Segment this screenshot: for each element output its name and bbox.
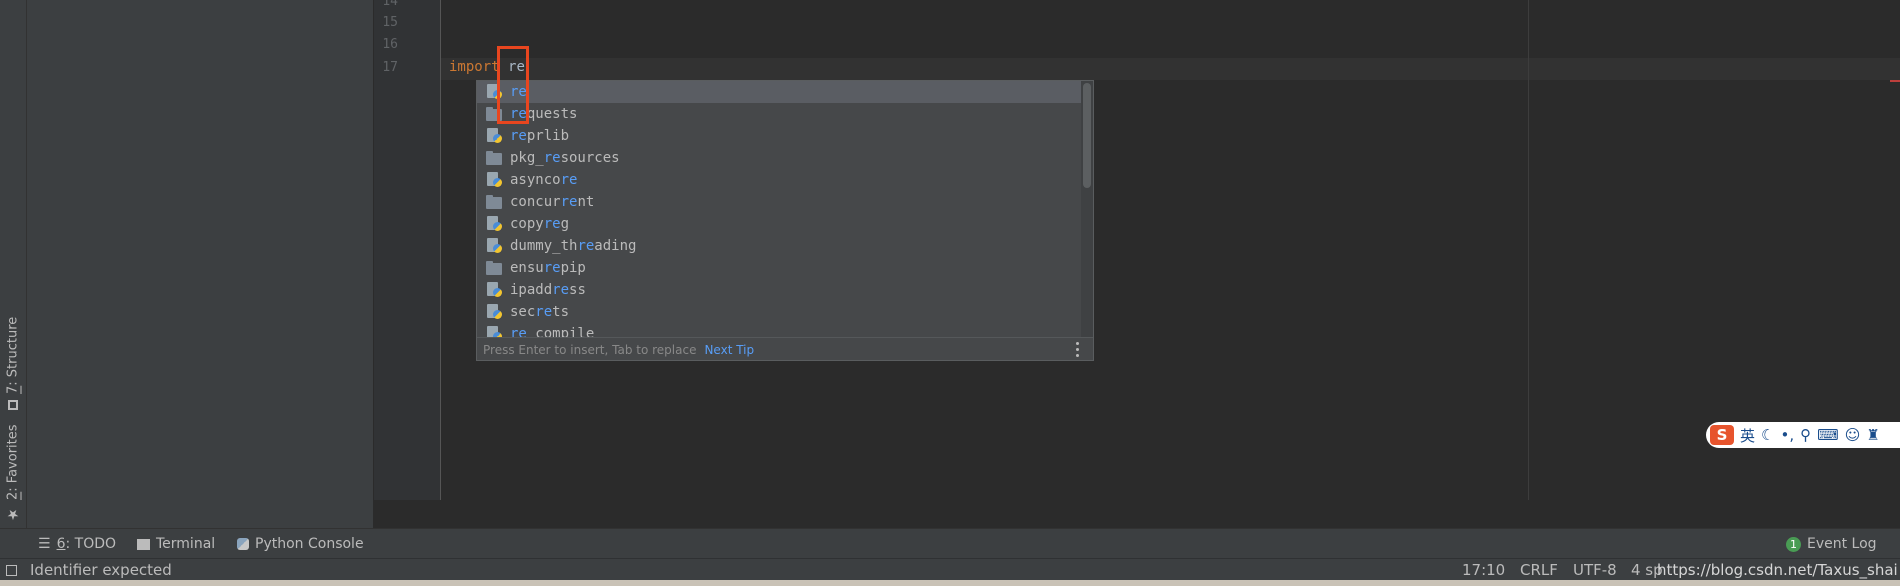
structure-tool-tab[interactable]: 7: Structure [0,300,26,410]
todo-tab-label: : TODO [65,536,117,552]
line-number-14: 14 [382,0,398,9]
completion-item-label: pkg_resources [510,150,620,166]
structure-icon [8,400,18,410]
completion-item[interactable]: secrets [477,301,1081,323]
completion-item[interactable]: reprlib [477,125,1081,147]
completion-item[interactable]: copyreg [477,213,1081,235]
ime-toolbar[interactable]: S 英 ☾ •, ⚲ ⌨ ☺ ♜ [1706,422,1900,448]
completion-item-label: ipaddress [510,282,586,298]
project-panel [27,0,373,528]
bottom-tool-tabs: ☰ 6: TODO Terminal Python Console 1 Even… [0,528,1900,559]
status-bar: Identifier expected 17:10 CRLF UTF-8 4 s… [0,558,1900,581]
python-module-icon [486,216,504,232]
completion-item-label: copyreg [510,216,570,232]
structure-tab-number: 7 [5,385,21,394]
microphone-icon[interactable]: ⚲ [1800,426,1811,444]
event-log-count-badge: 1 [1786,536,1801,552]
line-number-16: 16 [382,37,398,52]
ime-mode[interactable]: 英 [1740,425,1755,446]
terminal-tab-label: Terminal [156,536,216,552]
line-number-17: 17 [382,60,398,75]
package-folder-icon [486,194,504,210]
line-separator[interactable]: CRLF [1520,559,1558,581]
completion-item[interactable]: pkg_resources [477,147,1081,169]
terminal-icon [137,538,150,550]
completion-item[interactable]: ensurepip [477,257,1081,279]
favorites-tool-tab[interactable]: ★ 2: Favorites [0,422,26,522]
desktop-strip [0,580,1900,586]
completion-item-label: dummy_threading [510,238,637,254]
completion-item-label: reprlib [510,128,570,144]
keyboard-icon[interactable]: ⌨ [1817,426,1839,444]
moon-icon[interactable]: ☾ [1761,426,1774,444]
file-encoding[interactable]: UTF-8 [1573,559,1617,581]
error-stripe-mark[interactable] [1890,80,1900,82]
red-highlight-box [497,46,529,124]
completion-item-label: secrets [510,304,570,320]
caret-position[interactable]: 17:10 [1462,559,1505,581]
completion-scrollbar-thumb[interactable] [1083,83,1091,188]
next-tip-link[interactable]: Next Tip [704,343,754,357]
package-folder-icon [486,150,504,166]
user-icon[interactable]: ☺ [1845,426,1861,444]
star-icon: ★ [5,506,21,522]
todo-tab[interactable]: ☰ 6: TODO [38,529,116,559]
python-module-icon [486,172,504,188]
python-console-tab[interactable]: Python Console [237,529,364,559]
python-module-icon [486,128,504,144]
current-line-highlight [441,58,1900,80]
completion-item[interactable]: requests [477,103,1081,125]
watermark-url: https://blog.csdn.net/Taxus_shai [1657,561,1898,579]
terminal-tab[interactable]: Terminal [137,529,215,559]
event-log-tab-label: Event Log [1807,536,1877,552]
favorites-tab-label: : Favorites [5,424,21,492]
skin-icon[interactable]: ♜ [1866,426,1879,444]
status-message: Identifier expected [30,561,172,579]
completion-item[interactable]: asyncore [477,169,1081,191]
python-module-icon [486,282,504,298]
completion-footer: Press Enter to insert, Tab to replace Ne… [477,337,1093,361]
completion-item-label: asyncore [510,172,578,188]
python-console-tab-label: Python Console [255,536,364,552]
event-log-tab[interactable]: 1 Event Log [1786,529,1877,559]
python-module-icon [486,304,504,320]
more-options-icon[interactable] [1076,342,1079,357]
python-module-icon [486,326,504,337]
completion-list: re requests reprlib pkg_resources asyncore co… [477,81,1081,337]
line-number-15: 15 [382,15,398,30]
completion-item-label: concurrent [510,194,595,210]
editor-gutter: 14 [374,0,782,500]
completion-item-label: ensurepip [510,260,586,276]
completion-item[interactable]: dummy_threading [477,235,1081,257]
punctuation-icon[interactable]: •, [1780,426,1794,444]
package-folder-icon [486,260,504,276]
completion-item[interactable]: ipaddress [477,279,1081,301]
sogou-logo-icon: S [1710,425,1734,445]
completion-item[interactable]: re_compile [477,323,1081,337]
favorites-tab-number: 2 [5,491,21,500]
python-icon [237,538,249,550]
python-module-icon [486,238,504,254]
left-tool-strip: 7: Structure ★ 2: Favorites [0,0,27,528]
completion-item[interactable]: re [477,81,1081,103]
right-margin-guide [1528,0,1529,500]
panel-toggle-icon[interactable] [6,559,17,581]
import-keyword: import [449,59,500,75]
code-completion-popup: re requests reprlib pkg_resources asyncore co… [476,80,1094,361]
completion-item-label: re_compile [510,326,595,337]
list-icon: ☰ [38,536,51,552]
completion-item[interactable]: concurrent [477,191,1081,213]
completion-hint: Press Enter to insert, Tab to replace [483,342,697,357]
structure-tab-label: : Structure [5,316,21,386]
